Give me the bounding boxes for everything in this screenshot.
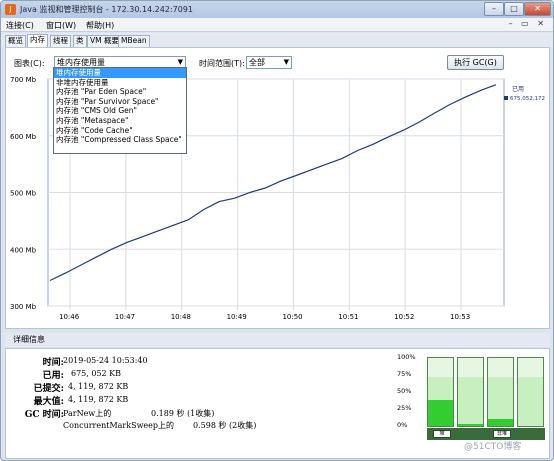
pool-bar-3[interactable] <box>517 357 544 427</box>
dropdown-item-compressed-class[interactable]: 内存池 "Compressed Class Space" <box>54 135 186 145</box>
x-tick-label: 10:48 <box>171 313 191 321</box>
time-range-select[interactable]: 全部 ▼ <box>246 56 292 69</box>
x-tick-label: 10:52 <box>394 313 414 321</box>
dropdown-item-non-heap[interactable]: 非堆内存使用量 <box>54 78 186 88</box>
gc-row-parnew-name: ParNew上的 <box>63 409 112 418</box>
menu-help[interactable]: 帮助(H) <box>86 20 114 31</box>
legend-value: 675,052,172 <box>510 96 545 102</box>
details-header: 详细信息 <box>5 333 550 347</box>
detail-key-gc-time: GC 时间: <box>24 410 64 420</box>
detail-value-committed: 4, 119, 872 KB <box>68 382 129 391</box>
dropdown-item-par-eden[interactable]: 内存池 "Par Eden Space" <box>54 87 186 97</box>
gc-row-cms-time: 0.598 秒 (2收集) <box>193 421 257 430</box>
pool-tag-non-heap[interactable]: 非堆 <box>493 430 511 438</box>
dropdown-item-code-cache[interactable]: 内存池 "Code Cache" <box>54 126 186 136</box>
time-range-label: 时间范围(T): <box>199 59 245 68</box>
x-tick-label: 10:51 <box>338 313 358 321</box>
y-tick-label: 400 Mb <box>10 246 37 254</box>
watermark: @51CTO博客 <box>464 442 522 452</box>
app-window: J Java 监视和管理控制台 - 172.30.14.242:7091 – □… <box>0 0 554 461</box>
detail-value-time: 2019-05-24 10:53:40 <box>63 356 148 365</box>
y-tick-label: 500 Mb <box>10 190 37 198</box>
gc-row-cms-name: ConcurrentMarkSweep上的 <box>63 421 175 430</box>
x-axis-ticks: 10:46 10:47 10:48 10:49 10:50 10:51 10:52 10:53 <box>59 313 470 321</box>
detail-value-max: 4, 119, 872 KB <box>68 395 129 404</box>
chart-legend: 已用 675,052,172 <box>504 86 545 102</box>
y-tick-label: 700 Mb <box>10 76 37 84</box>
maximize-button[interactable]: □ <box>504 2 524 16</box>
pool-axis-75: 75% <box>397 370 412 378</box>
window-title: Java 监视和管理控制台 - 172.30.14.242:7091 <box>20 5 193 14</box>
x-tick-label: 10:53 <box>450 313 470 321</box>
detail-key-max: 最大值: <box>33 397 64 407</box>
tab-classes[interactable]: 类 <box>73 35 87 47</box>
java-icon: J <box>5 4 16 15</box>
chart-dropdown-list[interactable]: 堆内存使用量 非堆内存使用量 内存池 "Par Eden Space" 内存池 … <box>53 67 187 154</box>
dropdown-item-metaspace[interactable]: 内存池 "Metaspace" <box>54 116 186 126</box>
detail-value-used: 675, 052 KB <box>71 369 122 378</box>
dropdown-item-heap[interactable]: 堆内存使用量 <box>54 68 186 78</box>
pool-axis-0: 0% <box>397 421 408 429</box>
x-tick-label: 10:47 <box>115 313 135 321</box>
pool-bar-used <box>488 419 513 426</box>
detail-key-time: 时间: <box>42 358 64 368</box>
inner-window-controls[interactable]: – ▭ ✕ <box>509 19 547 28</box>
title-bar[interactable]: J Java 监视和管理控制台 - 172.30.14.242:7091 – □… <box>1 1 553 18</box>
minimize-button[interactable]: – <box>484 2 504 16</box>
memory-pool-bars: 100% 75% 50% 25% 0% 堆 非堆 <box>397 351 547 441</box>
time-range-value: 全部 <box>249 58 265 67</box>
y-axis-ticks: 700 Mb 600 Mb 500 Mb 400 Mb 300 Mb <box>10 76 37 311</box>
tab-bar: 概览 内存 线程 类 VM 概要 MBean <box>1 33 553 47</box>
tab-memory[interactable]: 内存 <box>27 34 48 47</box>
pool-bar-used <box>428 400 453 426</box>
detail-key-committed: 已提交: <box>33 384 64 394</box>
menu-connection[interactable]: 连接(C) <box>6 20 34 31</box>
close-button[interactable]: ✕ <box>524 2 551 16</box>
pool-bar-used <box>458 423 483 426</box>
x-tick-label: 10:49 <box>227 313 247 321</box>
tab-vm-summary[interactable]: VM 概要 <box>87 35 122 47</box>
x-tick-label: 10:46 <box>59 313 80 321</box>
tab-threads[interactable]: 线程 <box>50 35 71 47</box>
pool-axis-100: 100% <box>397 353 416 361</box>
pool-bar-committed <box>458 377 483 426</box>
pool-bar-committed <box>518 377 543 426</box>
chart-select-value: 堆内存使用量 <box>57 58 105 67</box>
legend-swatch <box>504 96 508 100</box>
detail-key-used: 已用: <box>42 371 64 381</box>
menu-window[interactable]: 窗口(W) <box>46 20 76 31</box>
pool-bar-0[interactable] <box>427 357 454 427</box>
gc-row-parnew-time: 0.189 秒 (1收集) <box>151 409 215 418</box>
dropdown-item-cms-old-gen[interactable]: 内存池 "CMS Old Gen" <box>54 106 186 116</box>
tab-mbean[interactable]: MBean <box>118 35 150 47</box>
chart-label: 图表(C): <box>14 59 45 68</box>
menu-bar: 连接(C) 窗口(W) 帮助(H) – ▭ ✕ <box>1 18 553 32</box>
tab-overview[interactable]: 概览 <box>5 35 26 47</box>
x-tick-label: 10:50 <box>282 313 302 321</box>
perform-gc-button[interactable]: 执行 GC(G) <box>447 55 504 70</box>
pool-axis-25: 25% <box>397 404 412 412</box>
pool-bar-1[interactable] <box>457 357 484 427</box>
legend-series-name: 已用 <box>512 86 524 93</box>
chevron-down-icon: ▼ <box>283 58 289 66</box>
pool-axis-50: 50% <box>397 387 412 395</box>
y-tick-label: 600 Mb <box>10 133 37 141</box>
pool-tag-heap[interactable]: 堆 <box>433 430 451 438</box>
y-tick-label: 300 Mb <box>10 303 37 311</box>
dropdown-item-par-survivor[interactable]: 内存池 "Par Survivor Space" <box>54 97 186 107</box>
pool-bar-2[interactable] <box>487 357 514 427</box>
